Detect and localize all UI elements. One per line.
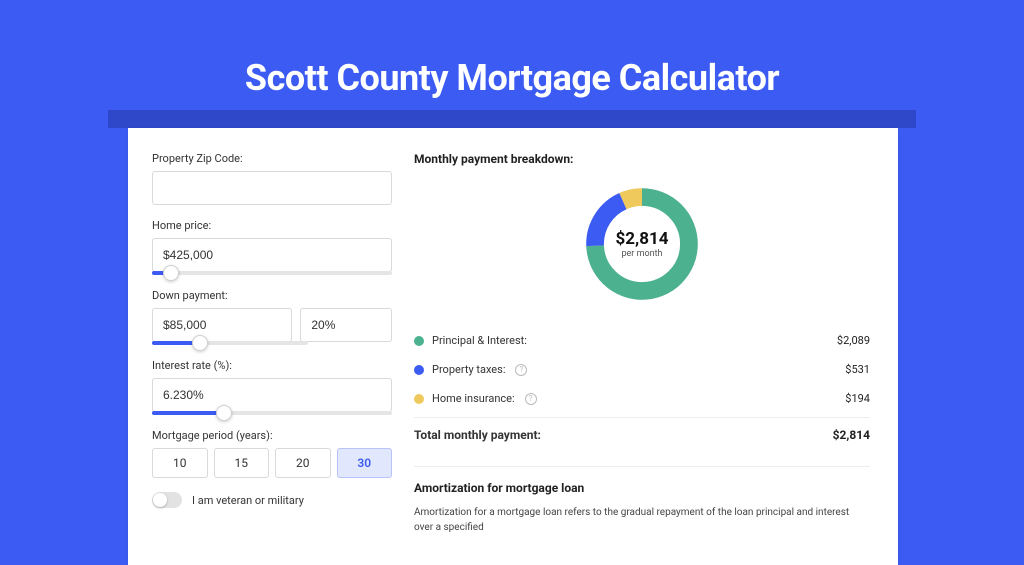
- total-label: Total monthly payment:: [414, 428, 541, 442]
- home-price-slider-thumb[interactable]: [163, 265, 179, 281]
- period-option-15[interactable]: 15: [214, 448, 270, 478]
- veteran-toggle-knob: [153, 493, 167, 507]
- interest-rate-input[interactable]: [152, 378, 392, 412]
- legend-row-principal: Principal & Interest: $2,089: [414, 326, 870, 355]
- period-option-30[interactable]: 30: [337, 448, 393, 478]
- banner-strip: [108, 110, 916, 128]
- legend-amount: $194: [845, 392, 870, 405]
- zip-label: Property Zip Code:: [152, 152, 392, 165]
- form-column: Property Zip Code: Home price: Down paym…: [152, 152, 392, 535]
- legend-label: Home insurance:: [432, 392, 515, 405]
- home-price-input[interactable]: [152, 238, 392, 272]
- amortization-text: Amortization for a mortgage loan refers …: [414, 505, 870, 535]
- down-payment-label: Down payment:: [152, 289, 392, 302]
- info-icon[interactable]: ?: [515, 364, 527, 376]
- donut-center-value: $2,814: [616, 229, 669, 249]
- legend: Principal & Interest: $2,089 Property ta…: [414, 326, 870, 450]
- legend-row-taxes: Property taxes: ? $531: [414, 355, 870, 384]
- veteran-toggle[interactable]: [152, 492, 182, 508]
- down-payment-percent-input[interactable]: [300, 308, 392, 342]
- veteran-label: I am veteran or military: [192, 494, 304, 507]
- calculator-card: Property Zip Code: Home price: Down paym…: [128, 128, 898, 565]
- dot-icon: [414, 394, 424, 404]
- down-payment-amount-input[interactable]: [152, 308, 292, 342]
- zip-input[interactable]: [152, 171, 392, 205]
- period-options: 10 15 20 30: [152, 448, 392, 478]
- period-option-20[interactable]: 20: [275, 448, 331, 478]
- legend-label: Property taxes:: [432, 363, 505, 376]
- dot-icon: [414, 336, 424, 346]
- legend-amount: $2,089: [837, 334, 870, 347]
- down-payment-slider-thumb[interactable]: [192, 335, 208, 351]
- period-label: Mortgage period (years):: [152, 429, 392, 442]
- interest-rate-label: Interest rate (%):: [152, 359, 392, 372]
- dot-icon: [414, 365, 424, 375]
- page-title: Scott County Mortgage Calculator: [0, 0, 1024, 99]
- interest-rate-slider-thumb[interactable]: [216, 405, 232, 421]
- home-price-slider[interactable]: [152, 271, 392, 275]
- donut-chart: $2,814 per month: [580, 182, 704, 306]
- breakdown-title: Monthly payment breakdown:: [414, 152, 870, 166]
- interest-rate-slider[interactable]: [152, 411, 392, 415]
- amortization-section: Amortization for mortgage loan Amortizat…: [414, 466, 870, 535]
- donut-center-sub: per month: [621, 249, 662, 259]
- period-option-10[interactable]: 10: [152, 448, 208, 478]
- home-price-label: Home price:: [152, 219, 392, 232]
- down-payment-slider[interactable]: [152, 341, 308, 345]
- legend-amount: $531: [845, 363, 870, 376]
- legend-row-total: Total monthly payment: $2,814: [414, 417, 870, 450]
- legend-label: Principal & Interest:: [432, 334, 527, 347]
- total-amount: $2,814: [833, 428, 870, 442]
- info-icon[interactable]: ?: [525, 393, 537, 405]
- legend-row-insurance: Home insurance: ? $194: [414, 384, 870, 413]
- amortization-title: Amortization for mortgage loan: [414, 481, 870, 495]
- breakdown-column: Monthly payment breakdown: $2,814 per mo…: [414, 152, 870, 535]
